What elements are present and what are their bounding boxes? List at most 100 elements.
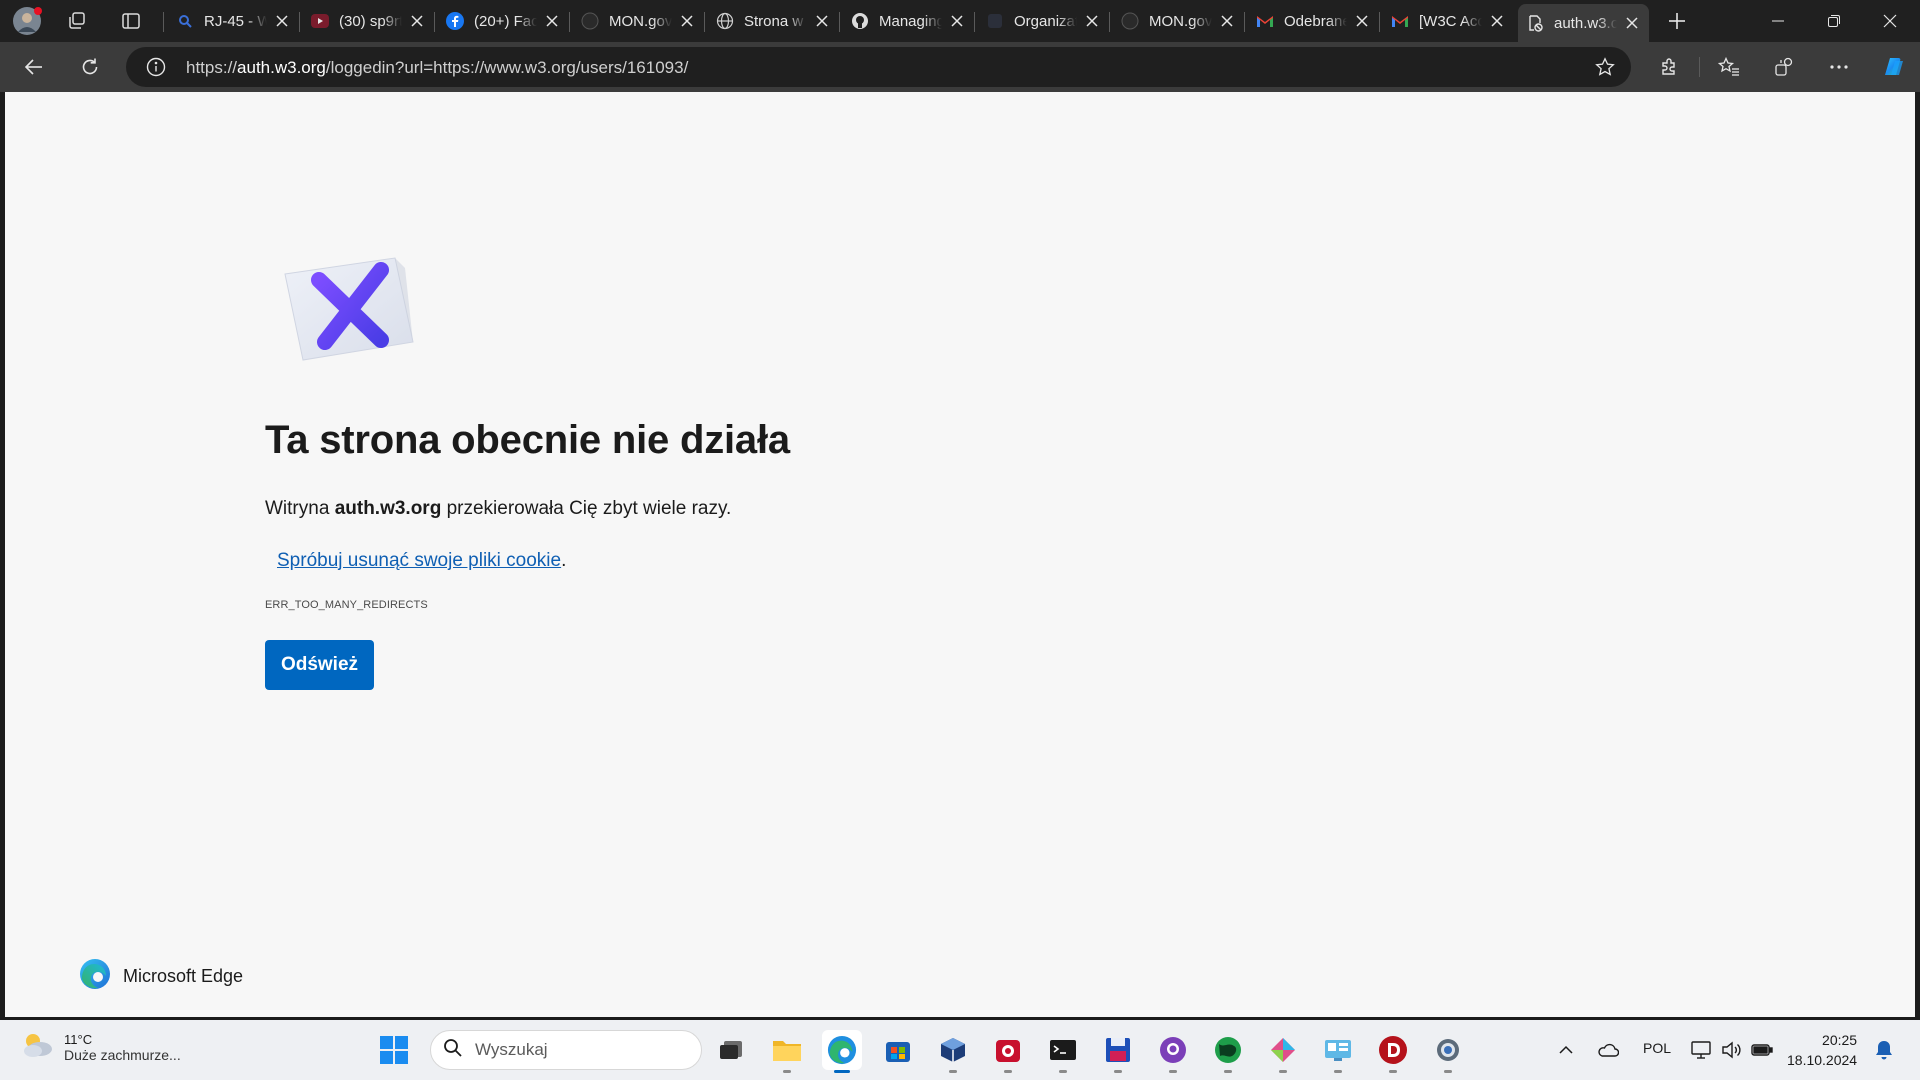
tab-strip: RJ-45 - Wikipedia (30) sp9rtz - YouTube …: [0, 0, 1920, 42]
close-icon[interactable]: [543, 12, 561, 30]
taskbar-app-virtualbox[interactable]: [933, 1030, 973, 1073]
workspaces-icon[interactable]: [62, 6, 92, 36]
taskbar-app-edge[interactable]: [822, 1030, 862, 1073]
tab-title: MON.gov.pl: [1149, 12, 1212, 30]
close-icon[interactable]: [1488, 12, 1506, 30]
tab-title: (30) sp9rtz - YouTube: [339, 12, 402, 30]
refresh-icon[interactable]: [72, 49, 108, 85]
browser-tab[interactable]: Strona w budowie: [708, 4, 839, 38]
input-language[interactable]: POL: [1643, 1040, 1671, 1056]
tab-title: Odebrane: [1284, 12, 1347, 30]
error-page: Ta strona obecnie nie działa Witryna aut…: [5, 92, 1915, 1017]
virtualbox-icon: [941, 1038, 965, 1062]
close-icon[interactable]: [1218, 12, 1236, 30]
url-scheme: https://: [186, 58, 238, 77]
edge-branding: Microsoft Edge: [79, 958, 243, 995]
browser-tab[interactable]: Managing your account: [843, 4, 974, 38]
site-info-icon[interactable]: [146, 57, 166, 82]
refresh-button[interactable]: Odśwież: [265, 640, 374, 690]
network-icon[interactable]: [1688, 1036, 1716, 1064]
taskbar: 11°C Duże zachmurze... Wyszukaj POL 20:2…: [0, 1020, 1920, 1080]
close-icon[interactable]: [273, 12, 291, 30]
url-host: auth.w3.org: [237, 58, 326, 77]
start-button[interactable]: [378, 1034, 410, 1066]
onedrive-cloud-icon[interactable]: [1594, 1036, 1622, 1064]
copilot-icon[interactable]: [1875, 49, 1911, 85]
weather-temperature: 11°C: [64, 1032, 93, 1047]
browser-tab[interactable]: (20+) Facebook: [438, 4, 569, 38]
github-icon: [581, 12, 599, 30]
taskbar-app-kite[interactable]: [1263, 1030, 1303, 1073]
gmail-icon: [1256, 12, 1274, 30]
battery-icon[interactable]: [1748, 1036, 1776, 1064]
close-icon[interactable]: [1353, 12, 1371, 30]
task-view-icon: [720, 1041, 742, 1059]
taskbar-app-github-desktop[interactable]: [1153, 1030, 1193, 1073]
show-hidden-icons-chevron-up-icon[interactable]: [1552, 1036, 1580, 1064]
favorites-icon[interactable]: [1711, 49, 1747, 85]
clock-time: 20:25: [1822, 1032, 1858, 1048]
close-icon[interactable]: [1623, 14, 1641, 32]
minimize-button[interactable]: [1750, 0, 1806, 42]
favorite-star-icon[interactable]: [1595, 57, 1615, 82]
volume-icon[interactable]: [1718, 1036, 1746, 1064]
browser-tab[interactable]: Organizations: [978, 4, 1109, 38]
browser-tab[interactable]: (30) sp9rtz - YouTube: [303, 4, 434, 38]
taskbar-app-save[interactable]: [1098, 1030, 1138, 1073]
d-letter-icon: [1379, 1036, 1407, 1064]
back-button[interactable]: [16, 49, 52, 85]
taskbar-app-dlang[interactable]: [1373, 1030, 1413, 1073]
edge-icon: [827, 1035, 857, 1065]
browser-toolbar: https://auth.w3.org/loggedin?url=https:/…: [0, 42, 1920, 92]
tab-actions-icon[interactable]: [116, 6, 146, 36]
profile-avatar[interactable]: [12, 6, 42, 36]
taskbar-app-settings[interactable]: [1428, 1030, 1468, 1073]
address-bar[interactable]: https://auth.w3.org/loggedin?url=https:/…: [126, 47, 1631, 87]
error-host: auth.w3.org: [334, 498, 442, 519]
browser-tab[interactable]: Odebrane: [1248, 4, 1379, 38]
weather-widget[interactable]: 11°C Duże zachmurze...: [20, 1030, 181, 1065]
browser-tab[interactable]: RJ-45 - Wikipedia: [168, 4, 299, 38]
task-view-button[interactable]: [711, 1030, 751, 1070]
error-x-illustration: [277, 246, 417, 366]
close-icon[interactable]: [678, 12, 696, 30]
new-tab-button[interactable]: [1662, 6, 1692, 36]
restore-button[interactable]: [1806, 0, 1862, 42]
browser-tab[interactable]: MON.gov.pl: [573, 4, 704, 38]
taskbar-search[interactable]: Wyszukaj: [430, 1030, 702, 1070]
browser-tab[interactable]: [W3C Account]: [1383, 4, 1514, 38]
close-icon[interactable]: [813, 12, 831, 30]
control-panel-icon: [1325, 1040, 1351, 1061]
browser-tab-active[interactable]: auth.w3.org: [1518, 4, 1649, 42]
store-icon: [886, 1042, 910, 1062]
edge-brand-label: Microsoft Edge: [123, 966, 244, 986]
tab-title: MON.gov.pl: [609, 12, 672, 30]
close-icon[interactable]: [408, 12, 426, 30]
close-window-button[interactable]: [1862, 0, 1918, 42]
taskbar-app-file-explorer[interactable]: [767, 1030, 807, 1073]
tab-title: RJ-45 - Wikipedia: [204, 12, 267, 30]
system-clock[interactable]: 20:25 18.10.2024: [1787, 1030, 1857, 1070]
taskbar-app-terminal[interactable]: [1043, 1030, 1083, 1073]
close-icon[interactable]: [1083, 12, 1101, 30]
error-description: Witryna auth.w3.org przekierowała Cię zb…: [265, 498, 731, 520]
clock-date: 18.10.2024: [1787, 1052, 1858, 1068]
taskbar-app-control-panel[interactable]: [1318, 1030, 1358, 1073]
taskbar-app-recorder[interactable]: [988, 1030, 1028, 1073]
suggestion-row: Spróbuj usunąć swoje pliki cookie.: [277, 550, 566, 572]
collections-icon[interactable]: [1766, 49, 1802, 85]
taskbar-app-store[interactable]: [878, 1030, 918, 1070]
clear-cookies-link[interactable]: Spróbuj usunąć swoje pliki cookie: [277, 550, 561, 571]
extensions-icon[interactable]: [1651, 49, 1687, 85]
taskbar-app-globe[interactable]: [1208, 1030, 1248, 1073]
more-options-icon[interactable]: [1821, 49, 1857, 85]
globe-icon: [716, 12, 734, 30]
close-icon[interactable]: [948, 12, 966, 30]
notification-bell-icon[interactable]: [1870, 1036, 1898, 1064]
browser-tab[interactable]: MON.gov.pl: [1113, 4, 1244, 38]
error-code: ERR_TOO_MANY_REDIRECTS: [265, 599, 428, 611]
tab-title: Managing your account: [879, 12, 942, 30]
partly-cloudy-icon: [20, 1030, 54, 1065]
url-text[interactable]: https://auth.w3.org/loggedin?url=https:/…: [186, 58, 688, 78]
blank-icon: [986, 12, 1004, 30]
